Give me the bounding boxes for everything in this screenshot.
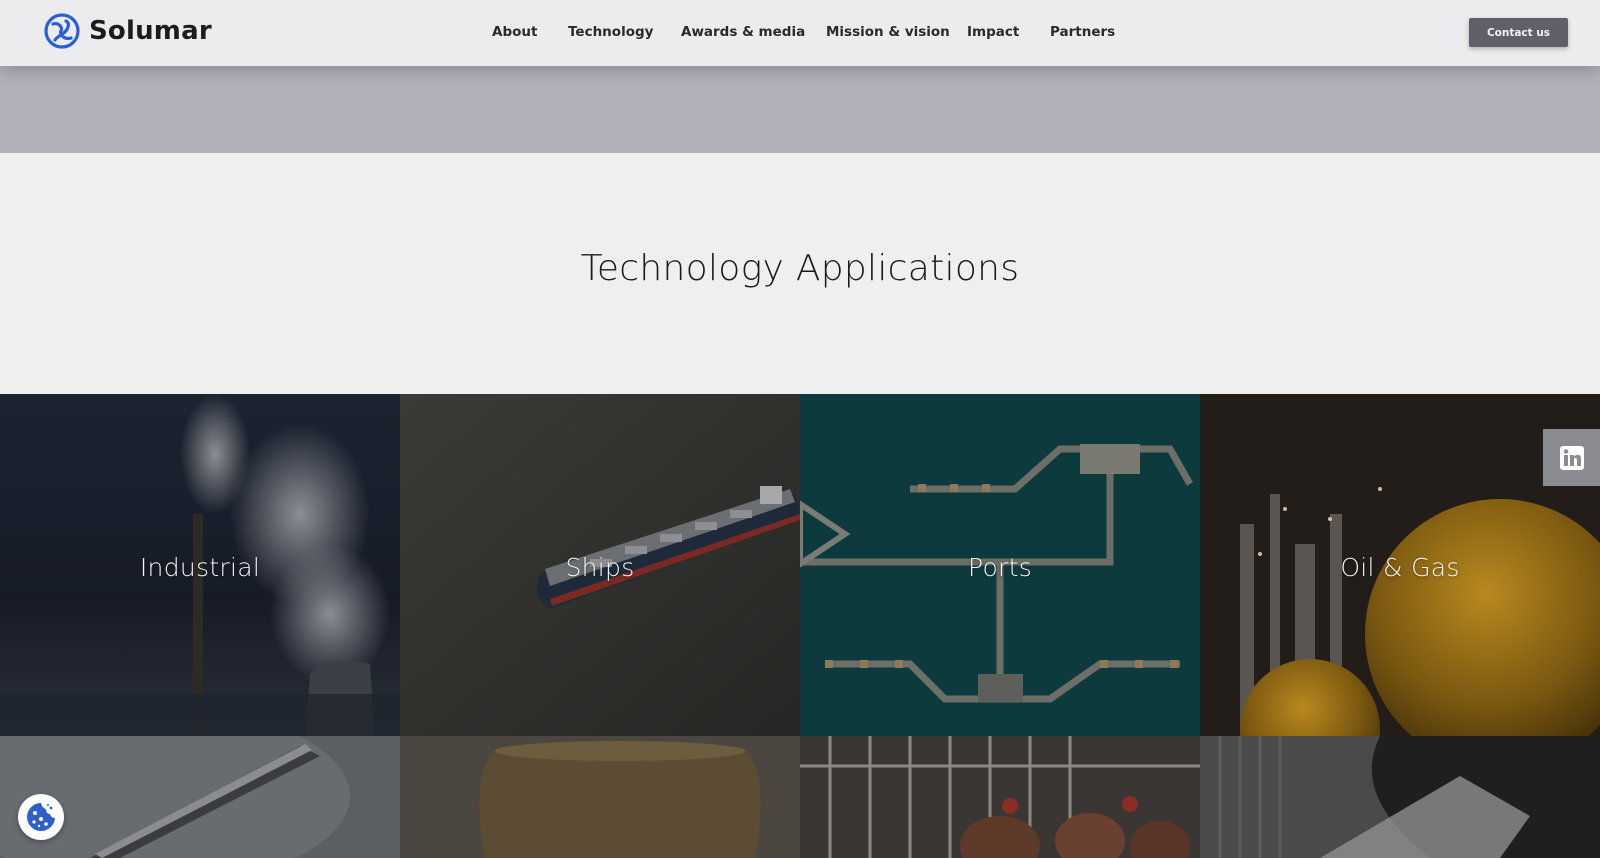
cooling-tower-image <box>400 736 800 858</box>
tile-industrial[interactable]: Industrial <box>0 394 400 736</box>
warehouse-image <box>1200 736 1600 858</box>
nav-item-technology[interactable]: Technology <box>568 24 653 40</box>
cookie-settings-button[interactable] <box>18 794 64 840</box>
nav-item-awards-media[interactable]: Awards & media <box>681 24 805 40</box>
tile-ships[interactable]: Ships <box>400 394 800 736</box>
conveyor-image <box>0 736 400 858</box>
nav-item-mission-vision[interactable]: Mission & vision <box>826 24 950 40</box>
tile-poultry[interactable] <box>800 736 1200 858</box>
nav-item-partners[interactable]: Partners <box>1050 24 1115 40</box>
linkedin-button[interactable] <box>1543 429 1600 486</box>
contact-us-button[interactable]: Contact us <box>1469 18 1568 47</box>
tile-label-ports: Ports <box>967 553 1033 582</box>
tile-oil-gas[interactable]: Oil & Gas <box>1200 394 1600 736</box>
cookie-icon <box>27 803 55 831</box>
main-nav: About Technology Awards & media Mission … <box>0 24 1600 44</box>
section-title: Technology Applications <box>580 248 1020 289</box>
tile-label-oil-gas: Oil & Gas <box>1340 553 1460 582</box>
poultry-farm-image <box>800 736 1200 858</box>
nav-item-impact[interactable]: Impact <box>967 24 1019 40</box>
tile-label-ships: Ships <box>565 553 635 582</box>
tile-label-industrial: Industrial <box>139 553 261 582</box>
nav-item-about[interactable]: About <box>492 24 537 40</box>
tile-ports[interactable]: Ports <box>800 394 1200 736</box>
tile-cooling-tower[interactable] <box>400 736 800 858</box>
tile-warehouse[interactable] <box>1200 736 1600 858</box>
tile-conveyor[interactable] <box>0 736 400 858</box>
site-header: Solumar About Technology Awards & media … <box>0 0 1600 66</box>
linkedin-icon <box>1559 445 1584 470</box>
